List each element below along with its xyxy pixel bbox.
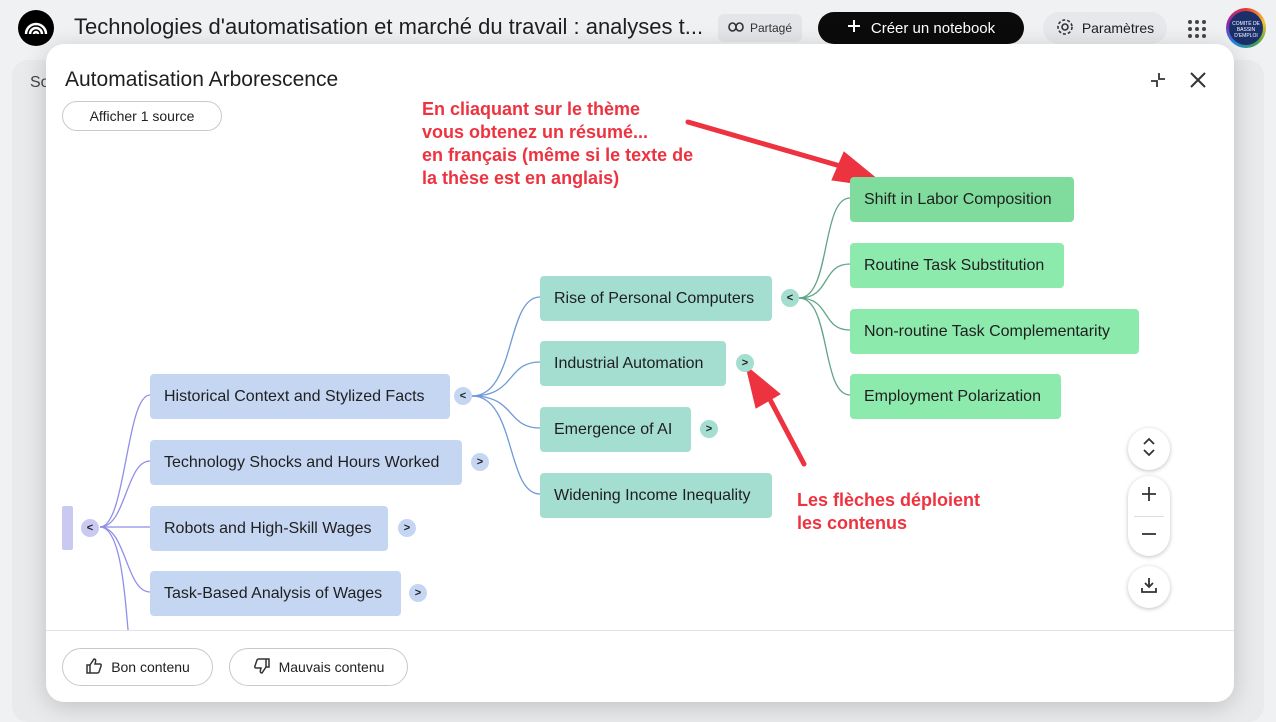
expand-vertical-icon <box>1141 437 1157 462</box>
notebook-title[interactable]: Technologies d'automatisation et marché … <box>74 14 708 40</box>
bad-content-button[interactable]: Mauvais contenu <box>229 648 408 686</box>
create-label: Créer un notebook <box>870 19 996 37</box>
annotation-top-line: En cliaquant sur le thème <box>422 99 641 119</box>
thumbs-down-icon <box>253 657 271 678</box>
zoom-out-button[interactable] <box>1128 517 1170 556</box>
annotation-top-line: vous obtenez un résumé... <box>422 122 649 142</box>
collapse-icon[interactable] <box>1146 68 1170 92</box>
bad-content-label: Mauvais contenu <box>278 659 385 675</box>
annotation-top-line: en français (même si le texte de <box>422 145 694 165</box>
show-source-button[interactable]: Afficher 1 source <box>62 101 222 131</box>
annotation-bottom-line: les contenus <box>797 513 908 533</box>
node-widening-income-inequality[interactable]: Widening Income Inequality <box>540 473 772 518</box>
node-historical-context[interactable]: Historical Context and Stylized Facts <box>150 374 450 419</box>
annotation-top-line: la thèse est en anglais) <box>422 168 620 188</box>
link-icon <box>728 21 744 35</box>
mind-map-canvas[interactable]: < Historical Context and Stylized Facts … <box>46 44 1234 630</box>
node-non-routine-task-complementarity[interactable]: Non-routine Task Complementarity <box>850 309 1139 354</box>
node-technology-shocks[interactable]: Technology Shocks and Hours Worked <box>150 440 462 485</box>
zoom-controls <box>1128 476 1170 556</box>
plus-icon <box>847 19 861 37</box>
mind-map-modal: < Historical Context and Stylized Facts … <box>46 44 1234 702</box>
avatar-text: COMITÉ DE BASSIN D'EMPLOI <box>1229 11 1263 45</box>
create-notebook-button[interactable]: Créer un notebook <box>818 12 1024 44</box>
avatar[interactable]: COMITÉ DE BASSIN D'EMPLOI <box>1226 8 1266 48</box>
share-label: Partagé <box>750 21 793 35</box>
apps-grid-icon[interactable] <box>1186 18 1208 40</box>
fit-view-button[interactable] <box>1128 428 1170 470</box>
node-routine-task-substitution[interactable]: Routine Task Substitution <box>850 243 1064 288</box>
settings-label: Paramètres <box>1081 20 1155 36</box>
footer-divider <box>46 630 1234 631</box>
toggle-historical-context[interactable]: < <box>454 387 472 405</box>
annotation-bottom: Les flèches déploient les contenus <box>797 489 980 535</box>
node-rise-personal-computers[interactable]: Rise of Personal Computers <box>540 276 772 321</box>
toggle-rise-personal-computers[interactable]: < <box>781 289 799 307</box>
download-icon <box>1140 576 1158 599</box>
minus-icon <box>1141 526 1157 547</box>
share-button[interactable]: Partagé <box>718 14 803 42</box>
notebooklm-logo-icon[interactable] <box>18 10 54 46</box>
root-toggle[interactable]: < <box>81 519 99 537</box>
node-task-based-analysis[interactable]: Task-Based Analysis of Wages <box>150 571 401 616</box>
settings-button[interactable]: Paramètres <box>1043 12 1167 44</box>
annotation-bottom-line: Les flèches déploient <box>797 490 981 510</box>
node-employment-polarization[interactable]: Employment Polarization <box>850 374 1061 419</box>
gear-icon <box>1056 18 1074 39</box>
close-icon[interactable] <box>1186 68 1210 92</box>
modal-title: Automatisation Arborescence <box>65 68 339 91</box>
thumbs-up-icon <box>85 657 103 678</box>
toggle-technology-shocks[interactable]: > <box>471 453 489 471</box>
node-shift-labor-composition[interactable]: Shift in Labor Composition <box>850 177 1074 222</box>
node-industrial-automation[interactable]: Industrial Automation <box>540 341 726 386</box>
node-robots-high-skill[interactable]: Robots and High-Skill Wages <box>150 506 388 551</box>
zoom-in-button[interactable] <box>1128 476 1170 516</box>
root-node[interactable] <box>62 506 73 550</box>
toggle-robots-high-skill[interactable]: > <box>398 519 416 537</box>
toggle-task-based-analysis[interactable]: > <box>409 584 427 602</box>
toggle-emergence-ai[interactable]: > <box>700 420 718 438</box>
node-emergence-ai[interactable]: Emergence of AI <box>540 407 691 452</box>
good-content-label: Bon contenu <box>111 659 190 675</box>
plus-icon <box>1141 486 1157 507</box>
annotation-top: En cliaquant sur le thème vous obtenez u… <box>422 98 693 190</box>
toggle-industrial-automation[interactable]: > <box>736 354 754 372</box>
good-content-button[interactable]: Bon contenu <box>62 648 213 686</box>
download-button[interactable] <box>1128 566 1170 608</box>
